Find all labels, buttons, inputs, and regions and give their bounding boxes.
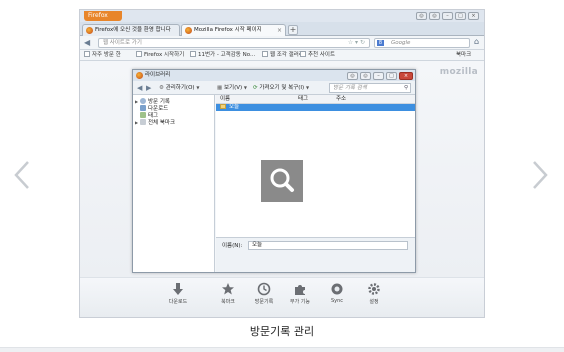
feature-history-button[interactable]: 방문기록 bbox=[246, 282, 282, 305]
feature-sync-button[interactable]: Sync bbox=[319, 282, 355, 304]
download-icon bbox=[173, 283, 183, 295]
new-tab-button[interactable]: + bbox=[288, 25, 298, 35]
mozilla-watermark: mozilla bbox=[439, 67, 478, 77]
google-engine-icon[interactable]: 8 bbox=[377, 40, 384, 46]
tab-welcome[interactable]: Firefox에 오신 것을 환영 합니다 bbox=[82, 24, 180, 36]
tab-strip: Firefox에 오신 것을 환영 합니다 Mozilla Firefox 시작… bbox=[80, 22, 484, 36]
views-menu[interactable]: ▦ 보기(V) ▼ bbox=[217, 81, 247, 95]
gear-icon bbox=[368, 283, 380, 295]
bookmark-icon bbox=[136, 51, 142, 57]
tree-item-all-bookmarks[interactable]: ▶ 전체 북마크 bbox=[135, 119, 175, 127]
search-icon: ⚲ bbox=[403, 85, 408, 91]
download-icon bbox=[140, 105, 146, 111]
bookmark-11st[interactable]: 11번가 - 고객감동 No... bbox=[190, 50, 255, 61]
home-icon[interactable]: ⌂ bbox=[474, 37, 479, 46]
close-icon[interactable]: × bbox=[468, 12, 479, 20]
search-placeholder: Google bbox=[391, 40, 411, 46]
close-tab-icon[interactable]: × bbox=[277, 25, 282, 36]
page-content: mozilla 라이브러리 ◎ ◎ – □ × ◀ ▶ ⚙ 관리하기(O) ▼ … bbox=[80, 61, 484, 277]
restore-icon[interactable]: ◎ bbox=[429, 12, 440, 20]
close-icon[interactable]: × bbox=[399, 72, 413, 80]
organize-menu[interactable]: ⚙ 관리하기(O) ▼ bbox=[159, 81, 199, 95]
pin-icon[interactable]: ◎ bbox=[347, 72, 358, 80]
tag-icon bbox=[140, 112, 146, 118]
next-slide-arrow-icon[interactable] bbox=[530, 160, 550, 190]
bookmarks-menu-button[interactable]: 북마크 bbox=[456, 50, 471, 61]
pin-icon[interactable]: ◎ bbox=[416, 12, 427, 20]
star-icon bbox=[222, 283, 234, 295]
gear-icon: ⚙ bbox=[159, 85, 164, 91]
puzzle-icon bbox=[295, 285, 305, 295]
bookmark-icon bbox=[262, 51, 268, 57]
library-window: 라이브러리 ◎ ◎ – □ × ◀ ▶ ⚙ 관리하기(O) ▼ ▦ 보기(V) … bbox=[132, 69, 416, 273]
bookmark-suggested-sites[interactable]: 추천 사이트 bbox=[300, 50, 335, 61]
forward-arrow-icon[interactable]: ▶ bbox=[146, 81, 151, 95]
slideshow-stage: Firefox ◎ ◎ – □ × Firefox에 오신 것을 환영 합니다 … bbox=[0, 0, 564, 352]
feature-toolbar: 다운로드 북마크 방문기록 부가 기능 Sync 설정 bbox=[80, 277, 484, 317]
search-input[interactable]: 8 Google bbox=[374, 38, 470, 48]
library-toolbar: ◀ ▶ ⚙ 관리하기(O) ▼ ▦ 보기(V) ▼ ⟳ 가져오기 및 복구(I)… bbox=[133, 81, 415, 95]
column-location[interactable]: 주소 bbox=[336, 95, 346, 104]
previous-slide-arrow-icon[interactable] bbox=[12, 160, 32, 190]
detail-panel: 이름(N): 오늘 bbox=[216, 237, 415, 272]
library-content-pane: 이름 태그 주소 오늘 이름(N): 오늘 bbox=[216, 95, 415, 272]
import-backup-menu[interactable]: ⟳ 가져오기 및 복구(I) ▼ bbox=[253, 81, 309, 95]
back-arrow-icon[interactable]: ◀ bbox=[84, 38, 90, 48]
library-title: 라이브러리 bbox=[145, 72, 171, 78]
library-titlebar: 라이브러리 ◎ ◎ – □ × bbox=[133, 70, 415, 81]
column-name[interactable]: 이름 bbox=[220, 95, 230, 104]
minimize-icon[interactable]: – bbox=[442, 12, 453, 20]
maximize-icon[interactable]: □ bbox=[455, 12, 466, 20]
library-search-input[interactable]: 방문 기록 검색 ⚲ bbox=[329, 83, 411, 93]
tab-label: Mozilla Firefox 시작 페이지 bbox=[194, 27, 262, 33]
minimize-icon[interactable]: – bbox=[373, 72, 384, 80]
footer-divider bbox=[0, 347, 564, 352]
firefox-favicon-icon bbox=[185, 27, 192, 34]
restore-icon[interactable]: ◎ bbox=[360, 72, 371, 80]
url-input[interactable]: 웹 사이트로 가기 ☆ ▾ ↻ bbox=[98, 38, 370, 48]
folder-icon bbox=[220, 104, 226, 109]
firefox-menu-button[interactable]: Firefox bbox=[84, 11, 122, 21]
name-label: 이름(N): bbox=[222, 243, 243, 249]
bookmark-star-icon[interactable]: ☆ ▾ ↻ bbox=[348, 39, 365, 47]
feature-addons-button[interactable]: 부가 기능 bbox=[282, 282, 318, 305]
bookmark-getting-started[interactable]: Firefox 시작하기 bbox=[136, 50, 184, 61]
firefox-favicon-icon bbox=[86, 27, 93, 34]
slide-caption: 방문기록 관리 bbox=[249, 325, 315, 338]
feature-downloads-button[interactable]: 다운로드 bbox=[160, 282, 196, 305]
table-row[interactable]: 오늘 bbox=[216, 104, 415, 111]
feature-bookmarks-button[interactable]: 북마크 bbox=[210, 282, 246, 305]
zoom-magnifier-icon[interactable] bbox=[261, 160, 303, 202]
firefox-favicon-icon bbox=[136, 72, 143, 79]
clock-icon bbox=[257, 282, 271, 296]
url-placeholder: 웹 사이트로 가기 bbox=[103, 40, 142, 46]
browser-screenshot: Firefox ◎ ◎ – □ × Firefox에 오신 것을 환영 합니다 … bbox=[79, 9, 485, 318]
bookmark-web-slice-gallery[interactable]: 웹 조각 갤러리 bbox=[262, 50, 304, 61]
bookmark-icon bbox=[300, 51, 306, 57]
library-tree: ▶ 방문 기록 다운로드 태그 ▶ 전체 북마크 bbox=[133, 95, 215, 272]
tab-start-page[interactable]: Mozilla Firefox 시작 페이지 × bbox=[181, 24, 286, 36]
column-tags[interactable]: 태그 bbox=[298, 95, 308, 104]
import-icon: ⟳ bbox=[253, 85, 258, 91]
bookmarks-folder-icon bbox=[140, 119, 146, 125]
window-titlebar: Firefox ◎ ◎ – □ × bbox=[80, 10, 484, 22]
bookmark-icon bbox=[84, 51, 90, 57]
tab-label: Firefox에 오신 것을 환영 합니다 bbox=[95, 27, 171, 33]
bookmark-most-visited[interactable]: 자주 방문 한 bbox=[84, 50, 121, 61]
name-field[interactable]: 오늘 bbox=[248, 241, 408, 250]
navigation-bar: ◀ 웹 사이트로 가기 ☆ ▾ ↻ 8 Google ⌂ bbox=[80, 36, 484, 50]
back-arrow-icon[interactable]: ◀ bbox=[137, 81, 142, 95]
bookmarks-toolbar: 자주 방문 한 Firefox 시작하기 11번가 - 고객감동 No... 웹… bbox=[80, 50, 484, 61]
feature-settings-button[interactable]: 설정 bbox=[356, 282, 392, 305]
clock-icon bbox=[140, 98, 146, 104]
column-header: 이름 태그 주소 bbox=[216, 95, 415, 104]
bookmark-icon bbox=[190, 51, 196, 57]
maximize-icon[interactable]: □ bbox=[386, 72, 397, 80]
views-icon: ▦ bbox=[217, 85, 223, 91]
sync-icon bbox=[331, 283, 343, 295]
